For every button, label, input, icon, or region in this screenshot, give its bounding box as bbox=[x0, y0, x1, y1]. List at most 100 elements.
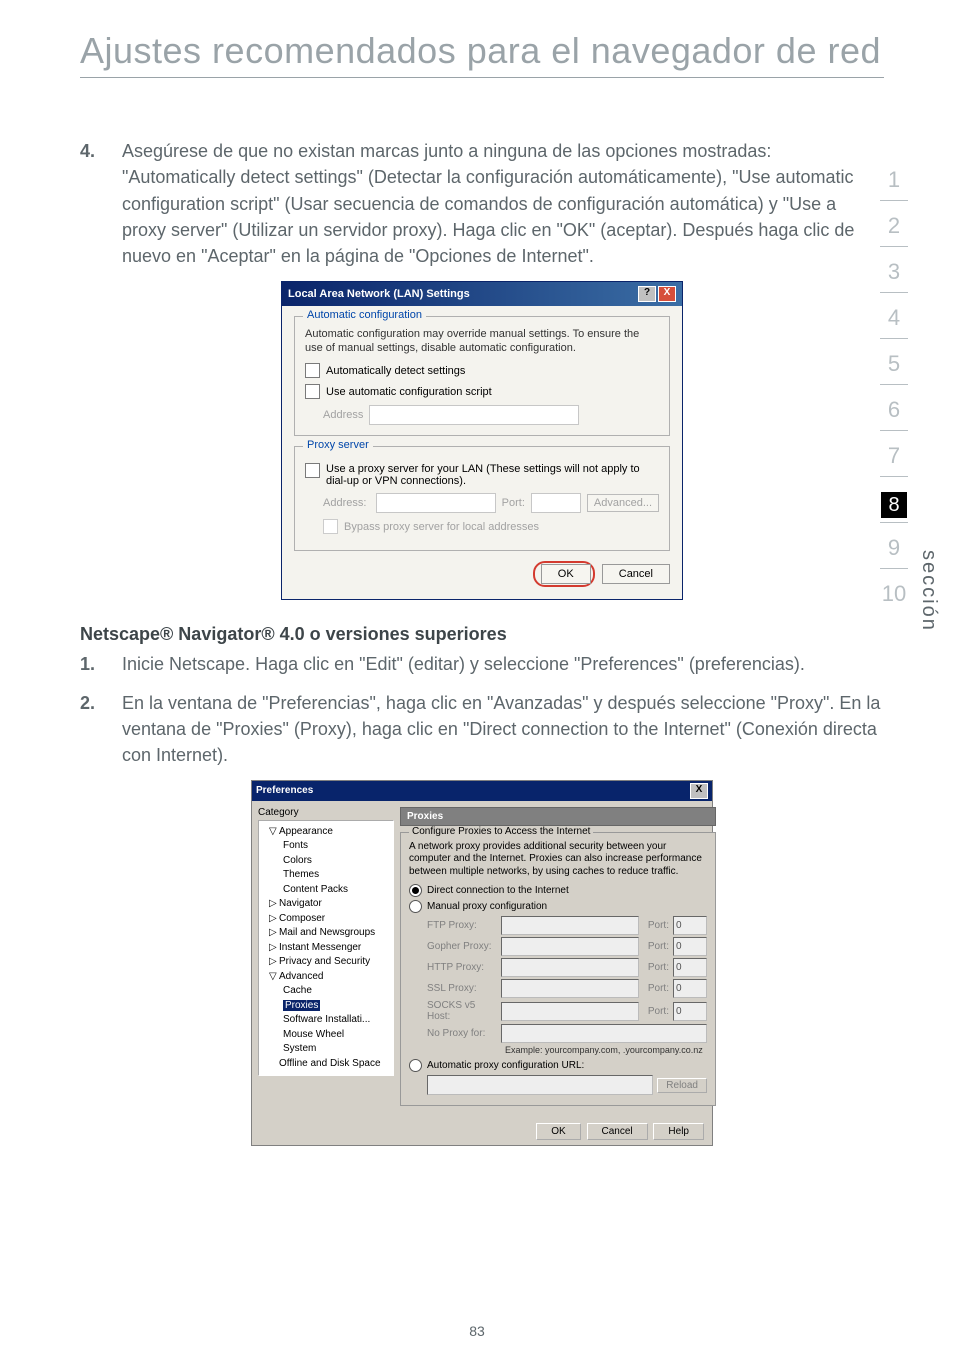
lbl-gopher-port: Port: bbox=[643, 941, 669, 952]
lan-proxy-address-input bbox=[376, 493, 496, 513]
pref-panel-header: Proxies bbox=[400, 807, 716, 826]
preferences-dialog: Preferences X Category ▽Appearance Fonts… bbox=[251, 780, 713, 1147]
pref-title-text: Preferences bbox=[256, 785, 313, 796]
tab-5: 5 bbox=[878, 344, 910, 384]
tree-composer[interactable]: Composer bbox=[279, 913, 325, 924]
tree-software[interactable]: Software Installati... bbox=[261, 1013, 391, 1028]
ok-highlight-circle: OK bbox=[533, 561, 595, 587]
tab-4: 4 bbox=[878, 298, 910, 338]
section-tabs: 1 2 3 4 5 6 7 8 9 10 bbox=[878, 160, 910, 620]
noproxy-example: Example: yourcompany.com, .yourcompany.c… bbox=[505, 1045, 707, 1055]
radio-direct-label: Direct connection to the Internet bbox=[427, 885, 569, 896]
tree-themes[interactable]: Themes bbox=[261, 868, 391, 883]
lan-settings-dialog: Local Area Network (LAN) Settings ? X Au… bbox=[281, 281, 683, 601]
tree-advanced[interactable]: Advanced bbox=[279, 971, 323, 982]
input-auto-url bbox=[427, 1075, 653, 1095]
radio-manual[interactable] bbox=[409, 900, 422, 913]
lan-proxy-port-label: Port: bbox=[502, 497, 525, 509]
input-gopher bbox=[501, 937, 639, 956]
tab-6: 6 bbox=[878, 390, 910, 430]
tab-10: 10 bbox=[878, 574, 910, 614]
lbl-noproxy: No Proxy for: bbox=[427, 1028, 497, 1039]
ns2-number: 2. bbox=[80, 690, 122, 716]
lan-auto-desc: Automatic configuration may override man… bbox=[305, 327, 659, 356]
tree-proxies[interactable]: Proxies bbox=[283, 1000, 320, 1011]
lan-title-text: Local Area Network (LAN) Settings bbox=[288, 288, 470, 300]
lbl-ssl-port: Port: bbox=[643, 983, 669, 994]
lan-automatic-fieldset: Automatic configuration Automatic config… bbox=[294, 316, 670, 437]
radio-auto-label: Automatic proxy configuration URL: bbox=[427, 1060, 584, 1071]
tab-9: 9 bbox=[878, 528, 910, 568]
chk-auto-script[interactable] bbox=[305, 384, 320, 399]
lan-ok-button[interactable]: OK bbox=[541, 564, 591, 584]
chk-auto-detect[interactable] bbox=[305, 363, 320, 378]
lan-help-button[interactable]: ? bbox=[638, 286, 656, 302]
chk-use-proxy[interactable] bbox=[305, 463, 320, 478]
section-vertical-label: sección bbox=[917, 550, 940, 632]
lbl-ftp-port: Port: bbox=[643, 920, 669, 931]
input-noproxy bbox=[501, 1024, 707, 1043]
page-title: Ajustes recomendados para el navegador d… bbox=[80, 30, 884, 71]
tree-appearance[interactable]: Appearance bbox=[279, 826, 333, 837]
lan-cancel-button[interactable]: Cancel bbox=[602, 564, 670, 584]
tab-8-active: 8 bbox=[881, 492, 907, 518]
pref-desc: A network proxy provides additional secu… bbox=[409, 841, 707, 879]
tree-mouse[interactable]: Mouse Wheel bbox=[261, 1028, 391, 1043]
lbl-ftp: FTP Proxy: bbox=[427, 920, 497, 931]
input-socks-port bbox=[673, 1002, 707, 1021]
lan-address-label: Address bbox=[323, 409, 363, 421]
pref-help-button[interactable]: Help bbox=[653, 1123, 704, 1140]
tree-content-packs[interactable]: Content Packs bbox=[261, 883, 391, 898]
input-ssl-port bbox=[673, 979, 707, 998]
lbl-socks: SOCKS v5 Host: bbox=[427, 1000, 497, 1022]
pref-ok-button[interactable]: OK bbox=[536, 1123, 580, 1140]
chk-auto-script-label: Use automatic configuration script bbox=[326, 386, 492, 398]
tab-7: 7 bbox=[878, 436, 910, 476]
pref-group-legend: Configure Proxies to Access the Internet bbox=[409, 826, 593, 837]
step4-number: 4. bbox=[80, 138, 122, 164]
chk-bypass bbox=[323, 519, 338, 534]
input-http bbox=[501, 958, 639, 977]
radio-auto[interactable] bbox=[409, 1059, 422, 1072]
pref-cancel-button[interactable]: Cancel bbox=[587, 1123, 648, 1140]
input-ftp bbox=[501, 916, 639, 935]
pref-category-label: Category bbox=[258, 807, 394, 818]
tree-im[interactable]: Instant Messenger bbox=[279, 942, 361, 953]
radio-manual-label: Manual proxy configuration bbox=[427, 901, 547, 912]
input-ssl bbox=[501, 979, 639, 998]
step4-body: Asegúrese de que no existan marcas junto… bbox=[122, 138, 884, 268]
page-number: 83 bbox=[0, 1323, 954, 1339]
chk-bypass-label: Bypass proxy server for local addresses bbox=[344, 521, 539, 533]
lan-auto-legend: Automatic configuration bbox=[303, 309, 426, 321]
title-rule bbox=[80, 77, 884, 78]
tree-mail[interactable]: Mail and Newsgroups bbox=[279, 927, 375, 938]
tab-2: 2 bbox=[878, 206, 910, 246]
tree-fonts[interactable]: Fonts bbox=[261, 839, 391, 854]
tree-navigator[interactable]: Navigator bbox=[279, 898, 322, 909]
chk-use-proxy-label: Use a proxy server for your LAN (These s… bbox=[326, 463, 659, 487]
ns1-body: Inicie Netscape. Haga clic en "Edit" (ed… bbox=[122, 651, 884, 677]
lan-close-button[interactable]: X bbox=[658, 286, 676, 302]
lan-titlebar: Local Area Network (LAN) Settings ? X bbox=[282, 282, 682, 306]
pref-proxy-group: Configure Proxies to Access the Internet… bbox=[400, 832, 716, 1107]
pref-tree[interactable]: ▽Appearance Fonts Colors Themes Content … bbox=[258, 820, 394, 1077]
lbl-socks-port: Port: bbox=[643, 1006, 669, 1017]
tree-colors[interactable]: Colors bbox=[261, 854, 391, 869]
input-ftp-port bbox=[673, 916, 707, 935]
lan-advanced-button: Advanced... bbox=[587, 494, 659, 512]
tree-cache[interactable]: Cache bbox=[261, 984, 391, 999]
pref-close-button[interactable]: X bbox=[690, 783, 708, 799]
lan-proxy-fieldset: Proxy server Use a proxy server for your… bbox=[294, 446, 670, 551]
netscape-subheading: Netscape® Navigator® 4.0 o versiones sup… bbox=[80, 624, 884, 645]
lbl-ssl: SSL Proxy: bbox=[427, 983, 497, 994]
lbl-http: HTTP Proxy: bbox=[427, 962, 497, 973]
lbl-gopher: Gopher Proxy: bbox=[427, 941, 497, 952]
radio-direct[interactable] bbox=[409, 884, 422, 897]
tree-system[interactable]: System bbox=[261, 1042, 391, 1057]
tree-privacy[interactable]: Privacy and Security bbox=[279, 956, 370, 967]
lbl-http-port: Port: bbox=[643, 962, 669, 973]
input-socks bbox=[501, 1002, 639, 1021]
tree-offline[interactable]: Offline and Disk Space bbox=[261, 1057, 391, 1072]
ns2-body: En la ventana de "Preferencias", haga cl… bbox=[122, 690, 884, 768]
reload-button: Reload bbox=[657, 1078, 707, 1093]
